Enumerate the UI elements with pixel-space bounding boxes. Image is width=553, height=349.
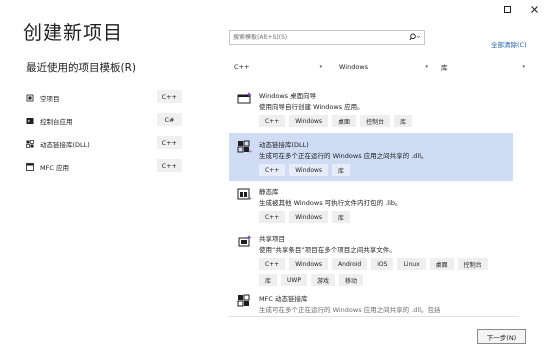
template-tags: C++ Windows 库	[259, 211, 509, 223]
recent-templates-list: 空项目 C++ 控制台应用 C# 动态链接库(DLL) C++ MFC 应用 C…	[26, 86, 182, 178]
tag: C++	[259, 164, 286, 176]
svg-text:++: ++	[248, 196, 253, 201]
tag: 控制台	[360, 115, 391, 127]
recent-item-label: 控制台应用	[40, 117, 73, 126]
recent-item-dll[interactable]: 动态链接库(DLL) C++	[26, 132, 182, 155]
template-tags: C++ Windows 桌面 控制台 库	[259, 115, 509, 127]
template-name: 动态链接库(DLL)	[259, 141, 309, 149]
template-item-dll[interactable]: ++ 动态链接库(DLL) 生成可在多个正在运行的 Windows 应用之间共享…	[229, 133, 513, 181]
project-type-filter-value: 库	[441, 64, 448, 72]
template-item-windows-desktop-wizard[interactable]: Windows 桌面向导 使用向导自行创建 Windows 应用。 C++ Wi…	[229, 86, 513, 132]
next-button[interactable]: 下一步(N)	[477, 329, 526, 344]
search-icon[interactable]	[409, 33, 421, 43]
tag: 库	[332, 164, 351, 176]
tag: Windows	[289, 164, 329, 176]
clear-all-link[interactable]: 全部清除(C)	[491, 39, 527, 49]
tag: 桌面	[332, 115, 357, 127]
template-item-mfc-dll[interactable]: MFC 动态链接库 生成可在多个正在运行的 Windows 应用之间共享的 .d…	[229, 291, 513, 315]
search-input[interactable]	[233, 34, 398, 41]
tag: Windows	[289, 258, 329, 270]
tag: 库	[332, 211, 351, 223]
tag: 桌面	[429, 258, 454, 270]
template-name: MFC 动态链接库	[259, 295, 308, 303]
tag: Android	[332, 258, 368, 270]
recent-item-label: 动态链接库(DLL)	[40, 140, 90, 149]
template-search-box[interactable]	[229, 30, 425, 45]
language-badge: C#	[157, 113, 182, 126]
mfc-dll-icon	[237, 294, 250, 307]
svg-text:++: ++	[248, 149, 253, 154]
language-badge: C++	[156, 90, 182, 103]
tag: 库	[394, 115, 413, 127]
template-description: 使用“共享条目”项目在多个项目之间共享文件。	[259, 246, 396, 254]
template-item-static-library[interactable]: ++ 静态库 生成被其他 Windows 可执行文件内打包的 .lib。 C++…	[229, 182, 513, 228]
template-name: Windows 桌面向导	[259, 92, 317, 100]
footer-divider	[229, 316, 519, 317]
dll-icon	[26, 139, 34, 148]
platform-filter-value: Windows	[339, 63, 369, 71]
windows-desktop-wizard-icon	[237, 92, 252, 104]
template-name: 静态库	[259, 188, 279, 196]
recent-item-empty-project[interactable]: 空项目 C++	[26, 86, 182, 109]
mfc-app-icon	[26, 162, 34, 171]
page-title: 创建新项目	[23, 22, 124, 44]
language-filter-dropdown[interactable]: C++ ▾	[234, 60, 322, 74]
tag: C++	[259, 211, 286, 223]
template-tags: C++ Windows Android iOS Linux 桌面 控制台 库 U…	[259, 258, 509, 286]
template-name: 共享项目	[259, 235, 285, 243]
template-item-shared-project[interactable]: 共享项目 使用“共享条目”项目在多个项目之间共享文件。 C++ Windows …	[229, 229, 513, 291]
tag: UWP	[281, 274, 307, 286]
shared-project-icon	[238, 235, 252, 247]
tag: C++	[259, 115, 286, 127]
language-badge: C++	[156, 159, 182, 172]
chevron-down-icon: ▾	[522, 64, 525, 70]
static-library-icon: ++	[237, 188, 253, 201]
tag: iOS	[371, 258, 394, 270]
tag: 游戏	[310, 274, 335, 286]
empty-project-icon	[26, 94, 34, 102]
language-badge: C++	[156, 136, 182, 149]
recent-item-label: MFC 应用	[40, 163, 69, 172]
tag: C++	[259, 258, 286, 270]
close-icon	[530, 5, 538, 13]
recent-templates-heading: 最近使用的项目模板(R)	[26, 62, 136, 74]
close-button[interactable]	[523, 2, 545, 16]
template-description: 使用向导自行创建 Windows 应用。	[259, 103, 364, 111]
chevron-down-icon: ▾	[425, 64, 428, 70]
platform-filter-dropdown[interactable]: Windows ▾	[339, 60, 428, 74]
project-type-filter-dropdown[interactable]: 库 ▾	[441, 60, 525, 74]
recent-item-label: 空项目	[40, 94, 60, 103]
chevron-down-icon: ▾	[319, 64, 322, 70]
dll-icon: ++	[237, 140, 253, 154]
recent-item-console-app[interactable]: 控制台应用 C#	[26, 109, 182, 132]
tag: Windows	[289, 211, 329, 223]
template-description: 生成可在多个正在运行的 Windows 应用之间共享的 .dll。	[259, 152, 428, 160]
recent-item-mfc-app[interactable]: MFC 应用 C++	[26, 155, 182, 178]
tag: 移动	[338, 274, 363, 286]
template-description: 生成可在多个正在运行的 Windows 应用之间共享的 .dll。包括	[259, 306, 441, 314]
console-app-icon	[26, 117, 34, 125]
template-description: 生成被其他 Windows 可执行文件内打包的 .lib。	[259, 199, 402, 207]
tag: Windows	[289, 115, 329, 127]
tag: 控制台	[457, 258, 488, 270]
language-filter-value: C++	[234, 63, 250, 71]
tag: Linux	[397, 258, 426, 270]
minimize-icon	[503, 5, 511, 13]
minimize-button[interactable]	[496, 2, 518, 16]
tag: 库	[259, 274, 278, 286]
template-tags: C++ Windows 库	[259, 164, 509, 176]
